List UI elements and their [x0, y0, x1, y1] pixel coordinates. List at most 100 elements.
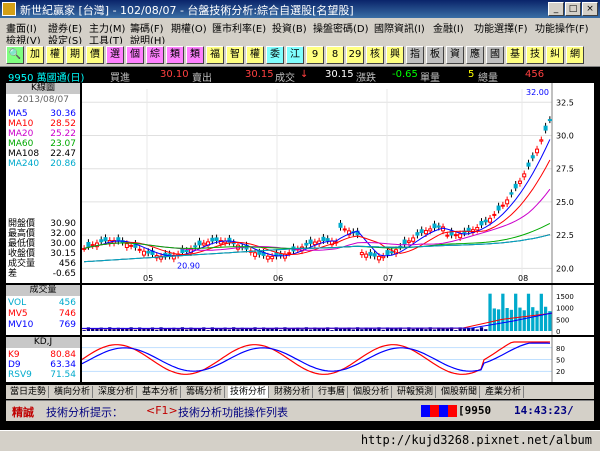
toolbar-button[interactable]: 綜 [146, 46, 164, 64]
analysis-tab[interactable]: 財務分析 [272, 386, 314, 398]
volume-bar [185, 329, 189, 331]
toolbar-button[interactable]: 福 [206, 46, 224, 64]
toolbar-button[interactable]: 資 [446, 46, 464, 64]
volume-bar [514, 293, 518, 331]
toolbar-button[interactable]: 類 [186, 46, 204, 64]
volume-bar [484, 329, 488, 331]
analysis-tab[interactable]: 深度分析 [96, 386, 138, 398]
candle-body [513, 183, 518, 189]
ma-line [83, 188, 551, 251]
toolbar-button[interactable]: 板 [426, 46, 444, 64]
analysis-tab[interactable]: 橫向分析 [52, 386, 94, 398]
analysis-tab[interactable]: 產業分析 [483, 386, 525, 398]
toolbar-button[interactable]: 類 [166, 46, 184, 64]
volume-bar [206, 330, 210, 331]
menu-function-ops[interactable]: 功能操作(F) [535, 20, 589, 35]
analysis-tab[interactable]: 個股新聞 [439, 386, 481, 398]
y-tick-label: 25.0 [556, 198, 574, 207]
menu-intl-info[interactable]: 國際資訊(I) [374, 20, 425, 35]
candle-body [547, 119, 552, 122]
toolbar-button[interactable]: 國 [486, 46, 504, 64]
x-tick-label: 07 [383, 274, 393, 283]
minimize-button[interactable]: _ [548, 2, 564, 16]
analysis-tab[interactable]: 技術分析 [228, 386, 270, 398]
candle-body [137, 248, 142, 251]
kd-chart[interactable]: 80 50 20 [81, 337, 594, 382]
indicator-label: MA240 [8, 159, 40, 169]
menu-invest[interactable]: 投資(B) [272, 20, 307, 35]
indicator-label: MV5 [8, 309, 28, 319]
volume-bar [129, 327, 133, 331]
analysis-tab[interactable]: 基本分析 [140, 386, 182, 398]
analysis-tab[interactable]: 個股分析 [351, 386, 393, 398]
kline-chart-svg: 32.5 30.0 27.5 25.0 22.5 20.0 05 06 07 08 32.00 20.… [82, 83, 574, 283]
volume-bar [492, 308, 496, 331]
f1-key[interactable]: <F1> [146, 404, 178, 417]
candle-body [535, 148, 540, 154]
bid-value: 30.10 [160, 69, 189, 80]
x-tick-label: 06 [273, 274, 283, 283]
toolbar-button[interactable]: 29 [346, 46, 364, 64]
toolbar-button[interactable]: 選 [106, 46, 124, 64]
toolbar-button[interactable]: 糾 [546, 46, 564, 64]
volume-bar [543, 306, 548, 331]
indicator-value: -0.65 [52, 269, 76, 279]
menu-trade-code[interactable]: 操盤密碼(D) [313, 20, 369, 35]
toolbar-button[interactable]: 9 [306, 46, 324, 64]
toolbar-button[interactable]: 應 [466, 46, 484, 64]
stock-code-field[interactable]: [9950 [458, 404, 491, 417]
toolbar-button[interactable]: 8 [326, 46, 344, 64]
candle-body [270, 255, 275, 260]
toolbar-button[interactable]: 基 [506, 46, 524, 64]
candle-body [543, 125, 548, 131]
toolbar-button[interactable]: 權 [246, 46, 264, 64]
candle-body [539, 139, 544, 142]
volume-bar [505, 308, 509, 331]
menu-function-select[interactable]: 功能選擇(F) [474, 20, 528, 35]
toolbar-button[interactable]: 智 [226, 46, 244, 64]
candle-body [124, 243, 129, 248]
toolbar-button[interactable]: 網 [566, 46, 584, 64]
toolbar-button[interactable]: 興 [386, 46, 404, 64]
volume-bar [338, 328, 343, 331]
close-button[interactable]: × [582, 2, 598, 16]
analysis-tab[interactable]: 籌碼分析 [184, 386, 226, 398]
volume-bar [227, 329, 232, 331]
menu-finance[interactable]: 金融(I) [433, 20, 464, 35]
brand-label: 精誠 [12, 406, 34, 419]
kline-chart[interactable]: 32.5 30.0 27.5 25.0 22.5 20.0 05 06 07 08 32.00 20.… [82, 83, 594, 283]
toolbar-button[interactable]: 技 [526, 46, 544, 64]
toolbar-button[interactable]: 期 [66, 46, 84, 64]
candle-body [419, 229, 424, 234]
candle-body [99, 239, 104, 243]
candle-body [201, 242, 206, 246]
mv10-line [81, 312, 553, 329]
volume-bar [411, 328, 415, 331]
menu-forex[interactable]: 匯市利率(E) [212, 20, 266, 35]
analysis-tab[interactable]: 研報預測 [395, 386, 437, 398]
candle-body [479, 220, 484, 226]
maximize-button[interactable]: □ [565, 2, 581, 16]
candle-body [90, 244, 95, 247]
toolbar-button[interactable]: 權 [46, 46, 64, 64]
toolbar-button[interactable]: 價 [86, 46, 104, 64]
volume-bar [133, 329, 138, 331]
x-tick-label: 08 [518, 274, 528, 283]
volume-bar [351, 329, 355, 331]
volume-chart[interactable]: 1500 1000 500 0 [81, 285, 594, 336]
kline-date: 2013/08/07 [17, 95, 69, 105]
k-line [81, 341, 550, 375]
analysis-tab[interactable]: 行事曆 [316, 386, 349, 398]
toolbar-button[interactable]: 核 [366, 46, 384, 64]
volume-info-panel: 成交量 VOL 456 MV5 746 MV10 769 [6, 285, 80, 335]
toolbar-button[interactable]: 個 [126, 46, 144, 64]
analysis-tab[interactable]: 當日走勢 [8, 386, 50, 398]
toolbar-button[interactable]: 委 [266, 46, 284, 64]
volume-bar [535, 310, 539, 331]
toolbar-button[interactable]: 🔍 [6, 46, 24, 64]
toolbar-button[interactable]: 加 [26, 46, 44, 64]
toolbar-button[interactable]: 江 [286, 46, 304, 64]
toolbar-button[interactable]: 指 [406, 46, 424, 64]
stock-code-name[interactable]: 9950 萬國通(日) [8, 69, 84, 84]
menu-options[interactable]: 期權(O) [171, 20, 207, 35]
